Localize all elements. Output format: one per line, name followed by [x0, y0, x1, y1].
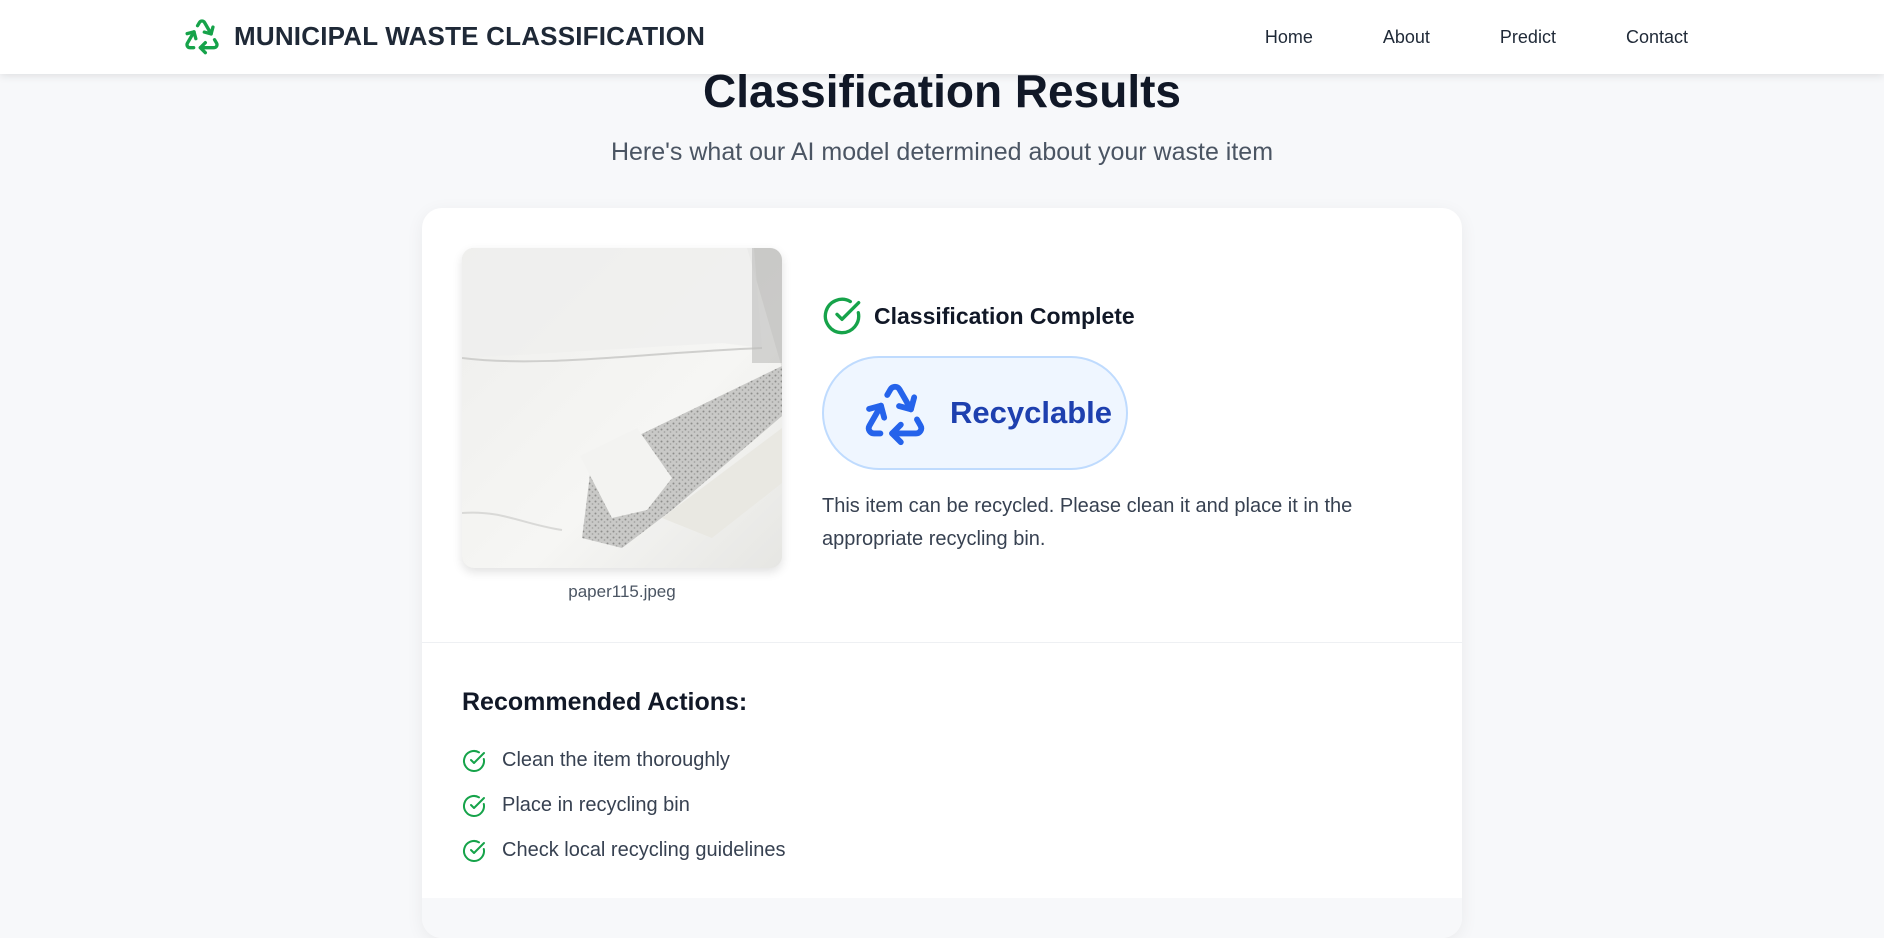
status-row: Classification Complete	[822, 296, 1135, 336]
recycle-icon	[185, 19, 219, 55]
uploaded-image	[462, 248, 782, 568]
classification-label: Recyclable	[950, 395, 1112, 430]
list-item: Check local recycling guidelines	[462, 828, 785, 873]
action-text: Clean the item thoroughly	[502, 749, 730, 771]
check-circle-icon	[823, 297, 861, 335]
brand[interactable]: MUNICIPAL WASTE CLASSIFICATION	[182, 16, 705, 56]
classification-badge: Recyclable	[822, 356, 1128, 470]
nav-predict-link[interactable]: Predict	[1500, 27, 1556, 48]
result-card: paper115.jpeg Classification Complete Re…	[422, 208, 1462, 938]
recycle-icon	[865, 383, 925, 446]
image-filename: paper115.jpeg	[568, 582, 676, 601]
list-item: Place in recycling bin	[462, 783, 785, 828]
check-circle-icon	[463, 794, 485, 817]
nav-contact-link[interactable]: Contact	[1626, 27, 1688, 48]
action-text: Check local recycling guidelines	[502, 839, 786, 861]
nav-home-link[interactable]: Home	[1265, 27, 1313, 48]
nav-about-link[interactable]: About	[1383, 27, 1430, 48]
navbar: MUNICIPAL WASTE CLASSIFICATION Home Abou…	[0, 0, 1884, 74]
action-text: Place in recycling bin	[502, 794, 690, 816]
classification-description: This item can be recycled. Please clean …	[822, 495, 1353, 550]
status-text: Classification Complete	[874, 302, 1135, 329]
uploaded-image-picture	[462, 248, 782, 568]
list-item: Clean the item thoroughly	[462, 738, 785, 783]
nav-links: Home About Predict Contact	[1265, 0, 1688, 74]
divider	[422, 642, 1462, 643]
actions-list: Clean the item thoroughly Place in recyc…	[462, 738, 785, 873]
card-footer	[422, 898, 1462, 938]
actions-title: Recommended Actions:	[462, 688, 748, 716]
check-circle-icon	[463, 839, 485, 862]
check-circle-icon	[463, 749, 485, 772]
brand-title: MUNICIPAL WASTE CLASSIFICATION	[234, 20, 706, 51]
page-subtitle: Here's what our AI model determined abou…	[610, 138, 1274, 166]
